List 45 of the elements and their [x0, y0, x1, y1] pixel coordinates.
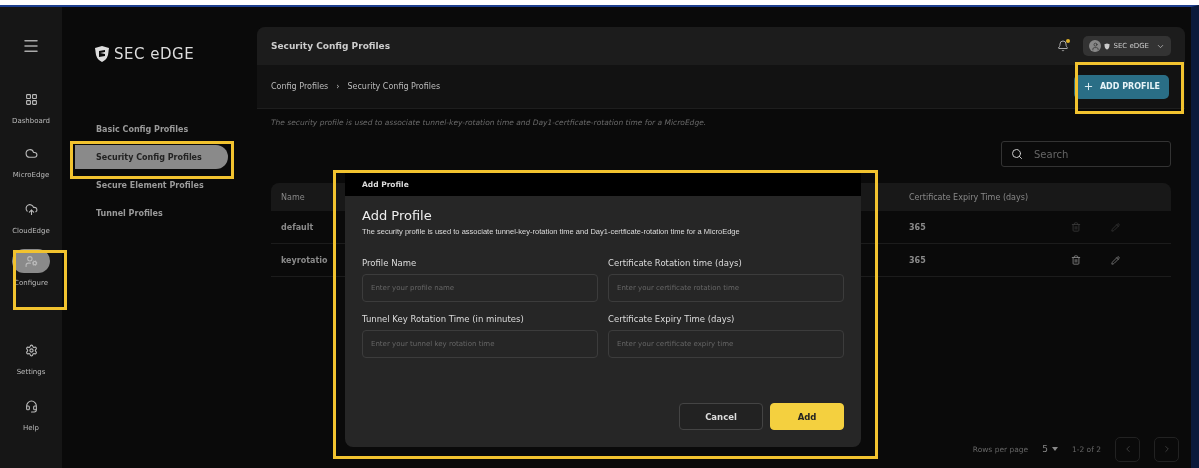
next-page-button[interactable] [1154, 436, 1179, 462]
search-icon [1011, 148, 1023, 160]
edit-icon[interactable] [1111, 222, 1120, 232]
edit-icon[interactable] [1111, 255, 1120, 265]
breadcrumb-separator: › [336, 82, 340, 91]
shield-logo-icon [1104, 42, 1111, 50]
page-title: Security Config Profiles [271, 41, 392, 51]
rows-per-page-select[interactable]: 5 [1042, 444, 1058, 454]
table-cell-text: 365 [908, 255, 927, 265]
search-field[interactable]: Search [1001, 141, 1171, 167]
previous-page-button[interactable] [1115, 436, 1140, 462]
breadcrumb-item[interactable]: Config Profiles [271, 82, 329, 91]
sidebar-item[interactable]: Secure Element Profiles [75, 173, 228, 197]
column-header: Name [280, 192, 306, 202]
field-label: Tunnel Key Rotation Time (in minutes) [362, 314, 525, 324]
table-cell-text: default [280, 222, 314, 232]
cloud-icon [24, 146, 38, 160]
gear-icon [24, 343, 38, 357]
plus-icon [1082, 81, 1094, 92]
add-profile-button[interactable]: ADD PROFILE [1073, 74, 1169, 99]
field-label: Certificate Expiry Time (days) [608, 314, 736, 324]
column-header: Certificate Expiry Time (days) [908, 192, 1029, 202]
brand-name: SEC eDGE [114, 45, 195, 63]
user-gear-icon [24, 254, 38, 268]
add-button[interactable]: Add [770, 403, 844, 430]
cancel-button[interactable]: Cancel [679, 403, 763, 430]
field-label: Profile Name [362, 258, 418, 268]
cloud-upload-icon [24, 202, 38, 216]
bell-icon[interactable] [1057, 40, 1070, 52]
highlight-frame [13, 250, 67, 310]
table-cell-text: 365 [908, 222, 927, 232]
table-cell-text: keyrotatio [280, 255, 328, 265]
sidebar-item[interactable]: Tunnel Profiles [75, 201, 228, 225]
shield-logo-icon [94, 45, 110, 63]
headset-icon [24, 399, 38, 413]
sidebar-item[interactable]: Security Config Profiles [75, 145, 228, 169]
dialog-title: Add Profile [362, 208, 433, 223]
menu-icon[interactable] [22, 37, 40, 55]
grid-icon [24, 92, 38, 106]
breadcrumb-item: Security Config Profiles [347, 82, 441, 91]
avatar-icon [1089, 40, 1102, 52]
delete-icon[interactable] [1071, 255, 1081, 265]
sidebar-item[interactable]: Basic Config Profiles [75, 117, 228, 141]
field-label: Certificate Rotation time (days) [608, 258, 743, 268]
caret-icon [1051, 447, 1058, 451]
